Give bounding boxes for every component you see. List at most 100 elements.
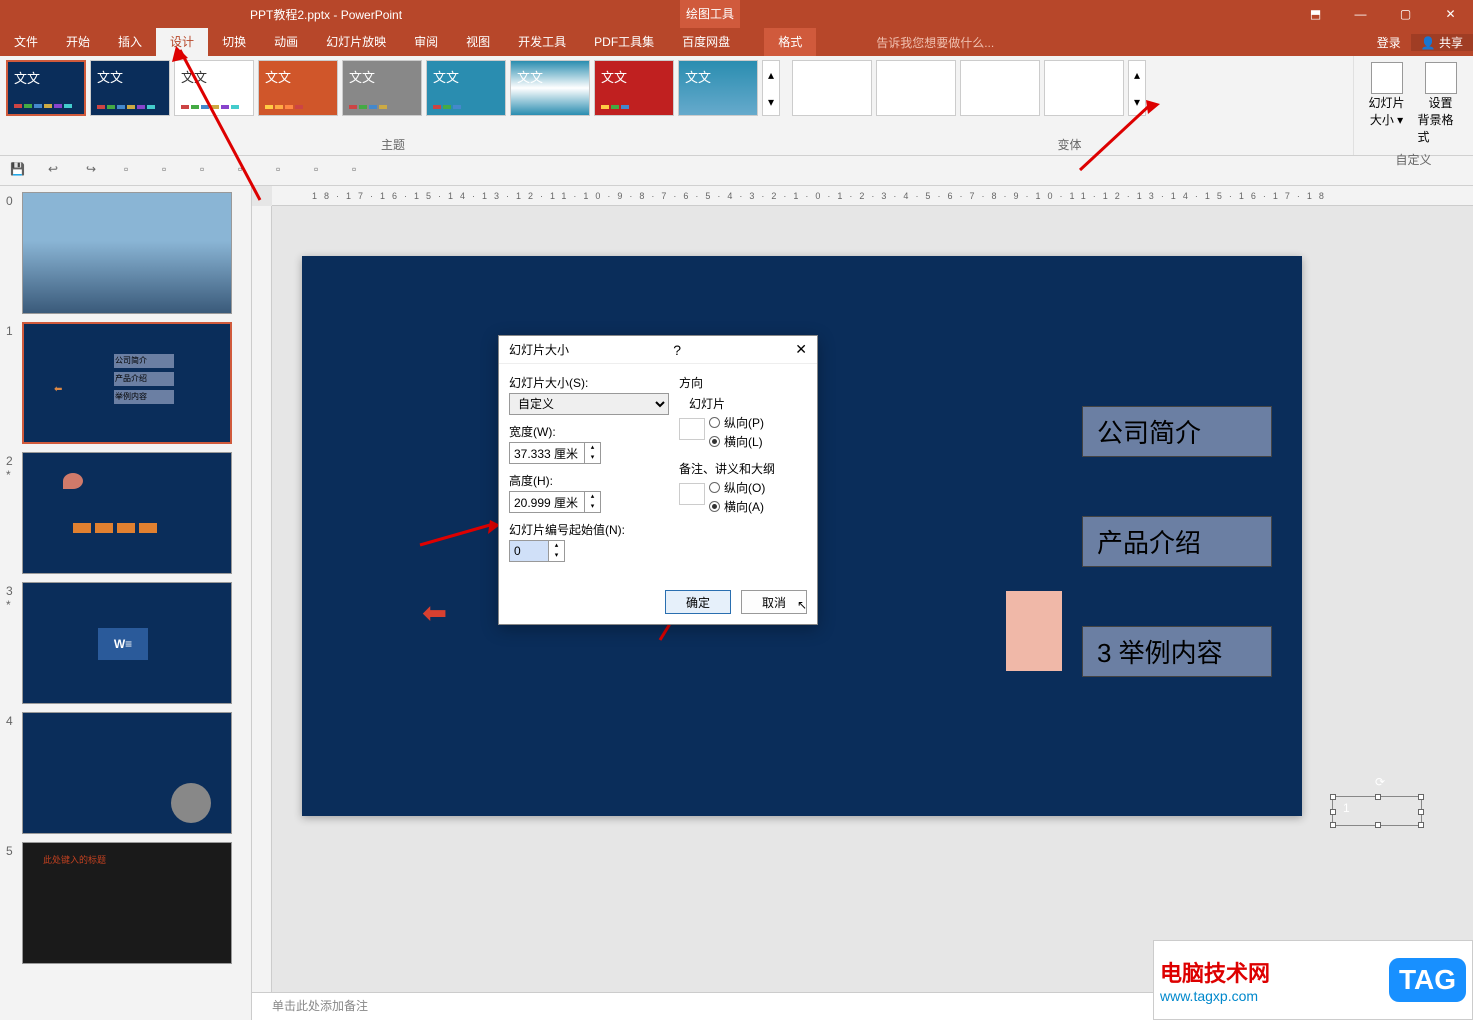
variant-1[interactable] <box>792 60 872 116</box>
arrow-shape[interactable]: ⬅ <box>422 596 447 631</box>
chevron-up-icon: ▴ <box>1134 68 1140 82</box>
slide-box-3[interactable]: 3 举例内容 <box>1082 626 1272 677</box>
dialog-close-icon[interactable]: ✕ <box>795 341 807 358</box>
thumb-num-2: 2* <box>6 452 22 574</box>
save-icon[interactable]: 💾 <box>10 162 28 180</box>
tab-developer[interactable]: 开发工具 <box>504 28 580 56</box>
watermark-text: 电脑技术网 <box>1160 956 1270 988</box>
slide-size-button[interactable]: 幻灯片 大小 ▾ <box>1364 62 1410 145</box>
theme-8[interactable]: 文文 <box>594 60 674 116</box>
format-background-button[interactable]: 设置 背景格式 <box>1418 62 1464 145</box>
thumb-3[interactable]: W≡ <box>22 582 232 704</box>
tab-file[interactable]: 文件 <box>0 28 52 56</box>
themes-group: 文文 文文 文文 文文 文文 文文 文文 文文 文文 ▴▾ 主题 <box>0 56 786 155</box>
tab-home[interactable]: 开始 <box>52 28 104 56</box>
tab-review[interactable]: 审阅 <box>400 28 452 56</box>
maximize-button[interactable]: ▢ <box>1383 0 1428 28</box>
qat-icon-8[interactable]: ▫ <box>276 162 294 180</box>
theme-2[interactable]: 文文 <box>90 60 170 116</box>
height-input[interactable] <box>509 491 585 513</box>
theme-9[interactable]: 文文 <box>678 60 758 116</box>
portrait-radio[interactable]: 纵向(P) <box>709 414 807 431</box>
rotate-handle-icon[interactable]: ⟳ <box>1375 775 1385 789</box>
watermark-tag: TAG <box>1389 958 1466 1002</box>
window-title: PPT教程2.pptx - PowerPoint <box>250 6 402 23</box>
themes-dropdown[interactable]: ▴▾ <box>762 60 780 116</box>
thumb-4[interactable] <box>22 712 232 834</box>
page-icon <box>679 483 705 505</box>
horizontal-ruler[interactable]: 18·17·16·15·14·13·12·11·10·9·8·7·6·5·4·3… <box>272 186 1473 206</box>
ribbon-options-icon[interactable]: ⬒ <box>1293 0 1338 28</box>
slides-orient-label: 幻灯片 <box>689 395 807 412</box>
height-spinner[interactable]: ▴▾ <box>585 491 601 513</box>
undo-icon[interactable]: ↩ <box>48 162 66 180</box>
landscape-radio[interactable]: 横向(L) <box>709 433 807 450</box>
tab-format[interactable]: 格式 <box>764 28 816 56</box>
theme-text: 文文 <box>97 67 163 86</box>
annotation-arrow-2 <box>420 520 500 553</box>
customize-label: 自定义 <box>1395 151 1431 168</box>
slide-box-1[interactable]: 公司简介 <box>1082 406 1272 457</box>
qat-icon-4[interactable]: ▫ <box>124 162 142 180</box>
minimize-button[interactable]: — <box>1338 0 1383 28</box>
einstein-photo <box>171 783 211 823</box>
tab-view[interactable]: 视图 <box>452 28 504 56</box>
pink-shape[interactable] <box>1006 591 1062 671</box>
size-select[interactable]: 自定义 <box>509 393 669 415</box>
slide-size-label: 幻灯片 <box>1368 94 1404 111</box>
theme-6[interactable]: 文文 <box>426 60 506 116</box>
redo-icon[interactable]: ↪ <box>86 162 104 180</box>
variant-2[interactable] <box>876 60 956 116</box>
thumb-box: 举例内容 <box>114 390 174 404</box>
width-spinner[interactable]: ▴▾ <box>585 442 601 464</box>
selected-textbox[interactable]: 1 ⟳ <box>1332 796 1422 826</box>
login-button[interactable]: 登录 <box>1367 34 1411 51</box>
vertical-ruler[interactable] <box>252 206 272 1020</box>
startnum-input[interactable] <box>509 540 549 562</box>
qat-icon-9[interactable]: ▫ <box>314 162 332 180</box>
theme-text: 文文 <box>601 67 667 86</box>
thumb-2[interactable] <box>22 452 232 574</box>
thumb-5[interactable]: 此处键入的标题 <box>22 842 232 964</box>
tab-slideshow[interactable]: 幻灯片放映 <box>312 28 400 56</box>
theme-4[interactable]: 文文 <box>258 60 338 116</box>
thumb-box: 公司简介 <box>114 354 174 368</box>
close-button[interactable]: ✕ <box>1428 0 1473 28</box>
word-icon: W≡ <box>98 628 148 660</box>
slide-size-label2: 大小 ▾ <box>1370 111 1403 128</box>
startnum-label: 幻灯片编号起始值(N): <box>509 521 679 538</box>
width-input[interactable] <box>509 442 585 464</box>
theme-text: 文文 <box>685 67 751 86</box>
landscape2-radio[interactable]: 横向(A) <box>709 498 807 515</box>
startnum-spinner[interactable]: ▴▾ <box>549 540 565 562</box>
portrait2-radio[interactable]: 纵向(O) <box>709 479 807 496</box>
qat-icon-10[interactable]: ▫ <box>352 162 370 180</box>
tab-pdf[interactable]: PDF工具集 <box>580 28 668 56</box>
slide-box-2[interactable]: 产品介绍 <box>1082 516 1272 567</box>
ok-button[interactable]: 确定 <box>665 590 731 614</box>
theme-5[interactable]: 文文 <box>342 60 422 116</box>
tab-insert[interactable]: 插入 <box>104 28 156 56</box>
size-label: 幻灯片大小(S): <box>509 374 679 391</box>
orientation-label: 方向 <box>679 374 807 391</box>
variant-3[interactable] <box>960 60 1040 116</box>
thumb-flow <box>73 523 157 533</box>
thumb-arrow: ⬅ <box>54 384 62 395</box>
share-label: 共享 <box>1439 36 1463 50</box>
theme-7[interactable]: 文文 <box>510 60 590 116</box>
dialog-help-icon[interactable]: ? <box>673 342 681 358</box>
thumb-num-5: 5 <box>6 842 22 964</box>
tab-baidu[interactable]: 百度网盘 <box>668 28 744 56</box>
variants-label: 变体 <box>792 136 1347 153</box>
tell-me-input[interactable]: 告诉我您想要做什么... <box>876 34 994 51</box>
thumbnail-panel[interactable]: 0 1 公司简介 产品介绍 举例内容 ⬅ 2* 3* W≡ 4 5 此 <box>0 186 252 1020</box>
title-bar: PPT教程2.pptx - PowerPoint 绘图工具 ⬒ — ▢ ✕ <box>0 0 1473 28</box>
notes-orient-label: 备注、讲义和大纲 <box>679 460 807 477</box>
thumb-1[interactable]: 公司简介 产品介绍 举例内容 ⬅ <box>22 322 232 444</box>
bg-format-label2: 背景格式 <box>1418 111 1464 145</box>
theme-1[interactable]: 文文 <box>6 60 86 116</box>
share-button[interactable]: 👤 共享 <box>1411 34 1473 51</box>
drawing-tools-tab[interactable]: 绘图工具 <box>680 0 740 28</box>
watermark-url: www.tagxp.com <box>1160 988 1270 1004</box>
slide-size-icon <box>1371 62 1403 94</box>
